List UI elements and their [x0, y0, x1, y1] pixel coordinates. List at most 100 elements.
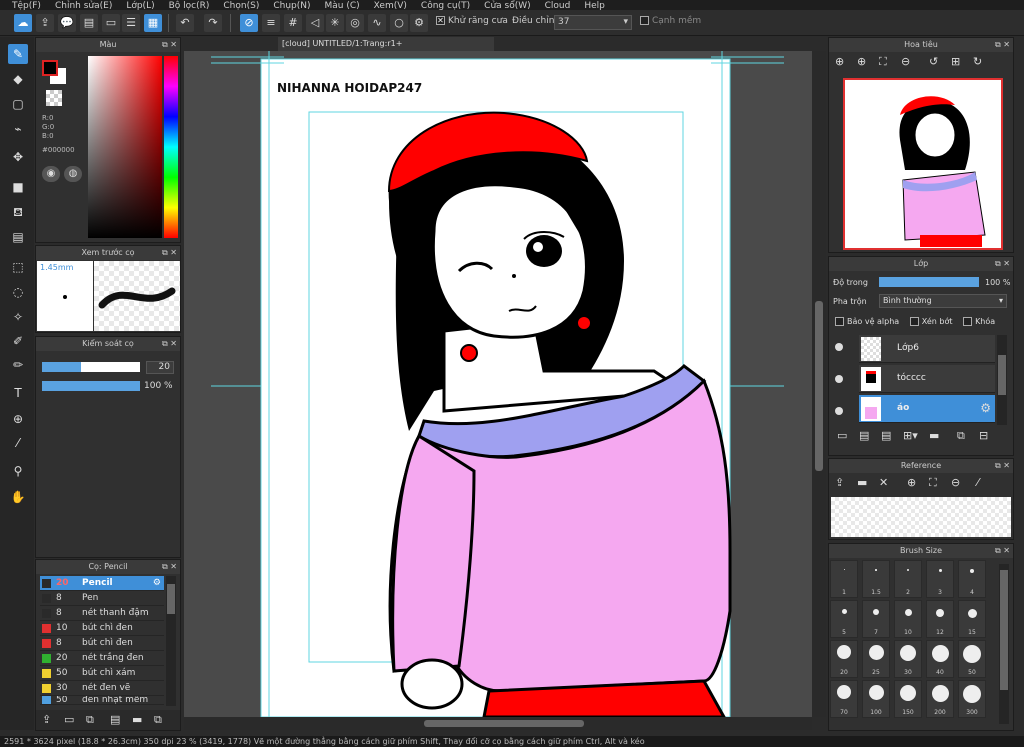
hand-tool-icon[interactable]: ✋	[8, 487, 28, 507]
layer-options-icon[interactable]: ⊞▾	[903, 429, 918, 442]
protect-alpha-checkbox[interactable]: Bảo vệ alpha	[835, 317, 899, 326]
layer-item[interactable]: tócccc	[859, 365, 995, 393]
brush-item[interactable]: 50 đen nhạt mềm	[40, 696, 164, 705]
brush-list-scrollbar[interactable]	[166, 576, 176, 706]
panel-close-icon[interactable]: ⧉ ✕	[995, 257, 1010, 271]
grid-icon[interactable]: ▦	[144, 14, 162, 32]
brush-size-cell[interactable]: 300	[958, 680, 986, 718]
duplicate-icon[interactable]: ⧉	[154, 713, 162, 727]
copy-brush-icon[interactable]: ⧉	[86, 713, 94, 727]
menu-view[interactable]: Xem(V)	[374, 2, 407, 11]
text-tool-icon[interactable]: T	[8, 383, 28, 403]
duplicate-layer-icon[interactable]: ⧉	[957, 429, 965, 443]
gradient-tool-icon[interactable]: ▤	[8, 227, 28, 247]
cloud-icon[interactable]: ⇪	[835, 476, 844, 489]
brush-size-cell[interactable]: 25	[862, 640, 890, 678]
snap-curve-icon[interactable]: ∿	[368, 14, 386, 32]
eyedropper-tool-icon[interactable]: ⚲	[8, 461, 28, 481]
menu-layer[interactable]: Lớp(L)	[126, 2, 154, 11]
wand-tool-icon[interactable]: ✧	[8, 307, 28, 327]
reference-canvas[interactable]	[831, 497, 1011, 537]
document-icon[interactable]: ▭	[102, 14, 120, 32]
cloud-brush-icon[interactable]: ⇪	[42, 713, 51, 726]
open-folder-icon[interactable]: ▬	[857, 476, 867, 489]
folder-icon[interactable]: ▬	[132, 713, 142, 726]
new-brush-icon[interactable]: ▭	[64, 713, 74, 726]
move-tool-icon[interactable]: ✥	[8, 147, 28, 167]
magic-wand-tool-icon[interactable]: ⌁	[8, 119, 28, 139]
brush-size-cell[interactable]: 30	[894, 640, 922, 678]
upload-icon[interactable]: ⇪	[36, 14, 54, 32]
reset-view-icon[interactable]: ⊞	[951, 55, 960, 68]
eye-icon[interactable]	[835, 407, 843, 415]
brush-size-cell[interactable]: 50	[958, 640, 986, 678]
clip-checkbox[interactable]: Xén bớt	[909, 317, 953, 326]
fill-shape-tool-icon[interactable]: ■	[8, 177, 28, 197]
menu-tools[interactable]: Công cụ(T)	[421, 2, 470, 11]
lasso-tool-icon[interactable]: ◌	[8, 282, 28, 302]
new-layer-alt-icon[interactable]: ▤	[881, 429, 891, 442]
operation-tool-icon[interactable]: ⊕	[8, 409, 28, 429]
menu-color[interactable]: Màu (C)	[325, 2, 360, 11]
document-tab[interactable]: [cloud] UNTITLED/1:Trang:r1+	[278, 37, 494, 51]
zoom-in-icon[interactable]: ⊕	[907, 476, 916, 489]
select-pen-tool-icon[interactable]: ✐	[8, 331, 28, 351]
soft-edge-toggle[interactable]: Cạnh mềm	[640, 16, 701, 26]
brush-size-cell[interactable]: 200	[926, 680, 954, 718]
new-layer-icon[interactable]: ▭	[837, 429, 847, 442]
horizontal-scrollbar[interactable]	[184, 717, 812, 730]
saturation-value-picker[interactable]	[88, 56, 162, 238]
transparent-color-swatch[interactable]	[46, 90, 62, 106]
eye-icon[interactable]	[835, 375, 843, 383]
fit-icon[interactable]: ⛶	[929, 476, 937, 490]
cloud-icon[interactable]: ☁	[14, 14, 32, 32]
size-value[interactable]: 20	[146, 361, 174, 374]
brush-size-cell[interactable]: 12	[926, 600, 954, 638]
menu-help[interactable]: Help	[584, 2, 605, 11]
brush-size-cell[interactable]: 100	[862, 680, 890, 718]
panel-close-icon[interactable]: ⧉ ✕	[162, 246, 177, 260]
rotate-left-icon[interactable]: ↺	[929, 55, 938, 68]
size-slider[interactable]	[42, 362, 140, 372]
brush-size-cell[interactable]: 4	[958, 560, 986, 598]
snap-off-icon[interactable]: ⊘	[240, 14, 258, 32]
brush-item[interactable]: 10 bút chì đen	[40, 621, 164, 636]
brush-item[interactable]: 8 nét thanh đậm	[40, 606, 164, 621]
list-icon[interactable]: ☰	[122, 14, 140, 32]
snap-grid-icon[interactable]: #	[284, 14, 302, 32]
folder-icon[interactable]: ▬	[929, 429, 939, 442]
eraser-tool-icon[interactable]: ◆	[8, 69, 28, 89]
panel-close-icon[interactable]: ⧉ ✕	[162, 38, 177, 52]
brush-size-cell[interactable]: 20	[830, 640, 858, 678]
primary-color-swatch[interactable]	[42, 60, 58, 76]
brush-size-cell[interactable]: 2	[894, 560, 922, 598]
brush-size-cell[interactable]: 40	[926, 640, 954, 678]
zoom-in-alt-icon[interactable]: ⊕	[857, 55, 866, 68]
menu-window[interactable]: Cửa sổ(W)	[484, 2, 530, 11]
brush-item[interactable]: 50 bút chì xám	[40, 666, 164, 681]
eye-icon[interactable]	[835, 343, 843, 351]
layer-opacity-slider[interactable]	[879, 277, 979, 287]
close-icon[interactable]: ✕	[879, 476, 888, 489]
brush-item[interactable]: 30 nét đen vẽ	[40, 681, 164, 696]
snap-ellipse-icon[interactable]: ○	[390, 14, 408, 32]
merge-layer-icon[interactable]: ⊟	[979, 429, 988, 442]
gear-icon[interactable]: ⚙	[153, 576, 161, 591]
canvas-area[interactable]: NIHANNA HOIDAP247	[184, 51, 812, 717]
brush-size-cell[interactable]: 15	[958, 600, 986, 638]
drawing-canvas[interactable]: NIHANNA HOIDAP247	[184, 51, 812, 717]
menu-edit[interactable]: Chỉnh sửa(E)	[55, 2, 112, 11]
brush-item[interactable]: 20 Pencil ⚙	[40, 576, 164, 591]
rect-select-tool-icon[interactable]: ▢	[8, 94, 28, 114]
snap-perspective-icon[interactable]: ◁	[306, 14, 324, 32]
brush-item[interactable]: 8 bút chì đen	[40, 636, 164, 651]
brush-size-cell[interactable]: 70	[830, 680, 858, 718]
snap-radial-icon[interactable]: ✳	[326, 14, 344, 32]
palette-settings-icon[interactable]: ◍	[64, 166, 82, 182]
menu-cloud[interactable]: Cloud	[545, 2, 571, 11]
brush-size-cell[interactable]: 10	[894, 600, 922, 638]
brush-doc-icon[interactable]: ▤	[110, 713, 120, 726]
dropper-tool-icon[interactable]: ⁄	[8, 433, 28, 453]
menu-select[interactable]: Chọn(S)	[223, 2, 259, 11]
bucket-tool-icon[interactable]: ⛾	[8, 202, 28, 222]
